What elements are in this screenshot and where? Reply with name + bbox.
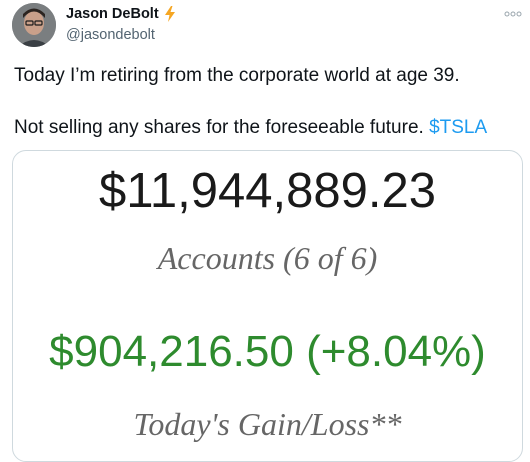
more-dots-icon[interactable] xyxy=(504,6,522,17)
todays-gain-value: $904,216.50 (+8.04%) xyxy=(49,327,486,376)
accounts-label: Accounts (6 of 6) xyxy=(157,240,378,276)
tweet: Jason DeBolt @jasondebolt Today I’m reti… xyxy=(0,0,530,462)
account-balance: $11,944,889.23 xyxy=(99,164,436,218)
lightning-bolt-icon xyxy=(164,6,176,22)
tweet-text-line-2: Not selling any shares for the foreseeab… xyxy=(14,116,487,140)
author-name-text: Jason DeBolt xyxy=(66,6,159,22)
cashtag-link[interactable]: $TSLA xyxy=(429,117,487,138)
tweet-text-line-2-body: Not selling any shares for the foreseeab… xyxy=(14,117,430,138)
tweet-text-line-1: Today I’m retiring from the corporate wo… xyxy=(14,65,460,86)
author-handle[interactable]: @jasondebolt xyxy=(66,27,155,43)
author-name[interactable]: Jason DeBolt xyxy=(66,6,176,22)
tweet-image[interactable]: $11,944,889.23 Accounts (6 of 6) $904,21… xyxy=(12,150,523,462)
author-avatar[interactable] xyxy=(12,3,56,47)
avatar-photo-icon xyxy=(12,3,56,47)
todays-gain-label: Today's Gain/Loss** xyxy=(133,406,402,442)
